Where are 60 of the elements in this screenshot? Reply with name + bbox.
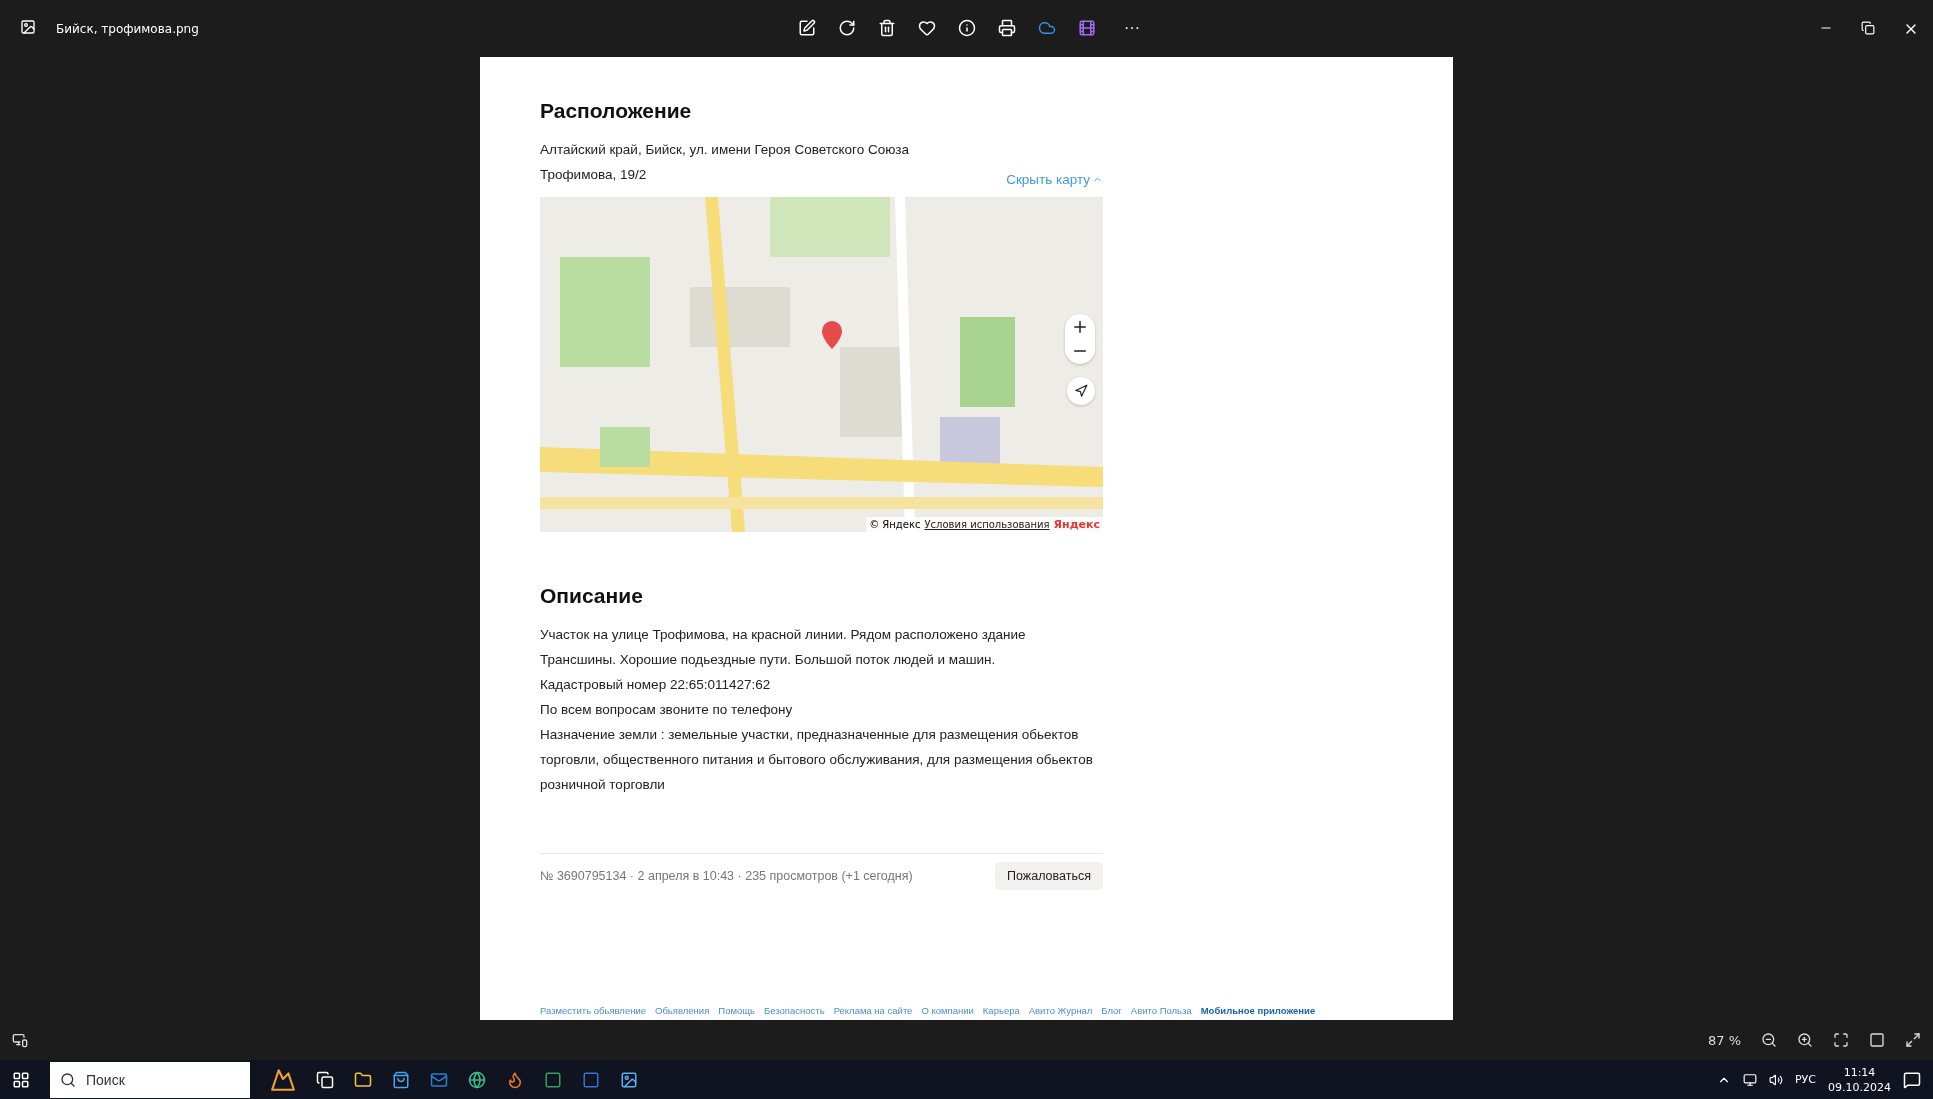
more-button[interactable]: ··· bbox=[1118, 18, 1146, 38]
app-icon bbox=[20, 18, 36, 35]
listing-meta: № 3690795134 · 2 апреля в 10:43 · 235 просмотров (+1 сегодня) bbox=[540, 869, 913, 883]
volume-icon[interactable] bbox=[1769, 1072, 1783, 1087]
fit-icon[interactable] bbox=[1833, 1032, 1849, 1048]
cloud-icon[interactable] bbox=[1038, 19, 1056, 37]
description-text: По всем вопросам звоните по телефону bbox=[540, 701, 794, 719]
footer-link[interactable]: Авито Польза bbox=[1130, 1005, 1192, 1016]
window-title: Бийск, трофимова.png bbox=[56, 21, 199, 36]
map-copyright: © Яндекс bbox=[869, 519, 921, 530]
footer-link[interactable]: Мобильное приложение bbox=[1200, 1005, 1316, 1016]
footer-link[interactable]: Авито Журнал bbox=[1028, 1005, 1093, 1016]
heart-icon[interactable] bbox=[918, 19, 936, 37]
zoom-level: 87 % bbox=[1707, 1032, 1741, 1048]
video-icon[interactable] bbox=[1078, 19, 1096, 37]
rotate-icon[interactable] bbox=[838, 19, 856, 37]
footer-link[interactable]: Реклама на сайте bbox=[833, 1005, 913, 1016]
actual-size-icon[interactable] bbox=[1869, 1032, 1885, 1048]
mail-icon[interactable] bbox=[430, 1070, 448, 1089]
zoom-in-button[interactable] bbox=[1071, 318, 1089, 336]
footer-link[interactable]: Разместить обьявление bbox=[540, 1005, 647, 1016]
fullscreen-icon[interactable] bbox=[1905, 1032, 1921, 1048]
zoom-in-icon[interactable] bbox=[1797, 1032, 1813, 1048]
footer-link[interactable]: Карьера bbox=[982, 1005, 1020, 1016]
notifications-icon[interactable] bbox=[1903, 1070, 1921, 1089]
locate-button[interactable] bbox=[1074, 384, 1088, 398]
browser-icon[interactable] bbox=[468, 1070, 486, 1089]
description-text: Участок на улице Трофимова, на красной линии. Рядом расположено здание Трансшины. Хорошие подьездные пути. Большой поток людей и машин. bbox=[540, 626, 1027, 669]
footer-link[interactable]: О компании bbox=[921, 1005, 974, 1016]
hide-map-link[interactable]: Скрыть карту bbox=[1006, 172, 1103, 187]
search-field[interactable]: Поиск bbox=[50, 1061, 250, 1098]
print-icon[interactable] bbox=[998, 19, 1016, 37]
section-heading: Описание bbox=[540, 584, 644, 608]
flame-icon[interactable] bbox=[506, 1070, 524, 1089]
restore-button[interactable] bbox=[1861, 20, 1875, 35]
info-icon[interactable] bbox=[958, 19, 976, 37]
network-icon[interactable] bbox=[1743, 1072, 1757, 1087]
task-view-icon[interactable] bbox=[316, 1070, 334, 1089]
description-text: Назначение земли : земельные участки, предназначенные для размещения обьектов торговли, общественного питания и бытового обслуживания, для размещения обьектов розничной торговли bbox=[540, 726, 1094, 794]
footer-link[interactable]: Блог bbox=[1101, 1005, 1122, 1016]
report-button[interactable]: Пожаловаться bbox=[995, 862, 1103, 890]
footer-link[interactable]: Помощь bbox=[718, 1005, 755, 1016]
map-logo: Яндекс bbox=[1053, 518, 1100, 531]
clock-date: 09.10.2024 bbox=[1828, 1079, 1891, 1095]
footer-link[interactable]: Безопасность bbox=[764, 1005, 825, 1016]
delete-icon[interactable] bbox=[878, 19, 896, 37]
start-button[interactable] bbox=[12, 1070, 30, 1089]
photos-icon[interactable] bbox=[620, 1070, 638, 1089]
terms-link[interactable]: Условия использования bbox=[924, 519, 1050, 530]
clock-time: 11:14 bbox=[1843, 1064, 1876, 1080]
section-heading: Расположение bbox=[540, 99, 693, 123]
search-icon bbox=[60, 1071, 76, 1088]
address-text: Алтайский край, Бийск, ул. имени Героя Советского Союза Трофимова, 19/2 bbox=[540, 141, 911, 184]
explorer-icon[interactable] bbox=[354, 1070, 372, 1089]
language-indicator[interactable]: РУС bbox=[1795, 1073, 1816, 1086]
description-text: Кадастровый номер 22:65:011427:62 bbox=[540, 676, 772, 694]
edit-icon[interactable] bbox=[798, 19, 816, 37]
zoom-out-icon[interactable] bbox=[1761, 1032, 1777, 1048]
footer-link[interactable]: Обьявления bbox=[655, 1005, 710, 1016]
store-icon[interactable] bbox=[392, 1070, 410, 1089]
